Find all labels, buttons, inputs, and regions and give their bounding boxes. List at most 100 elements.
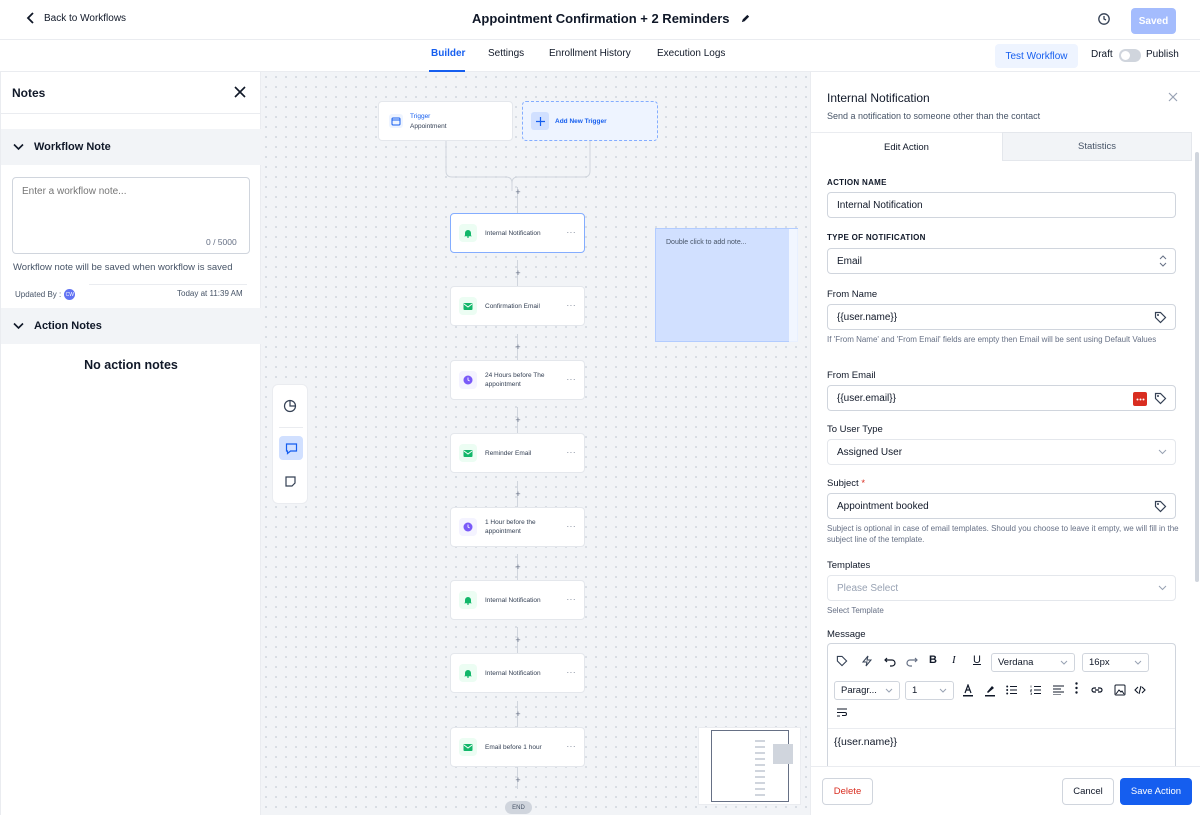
redo-icon[interactable] xyxy=(906,655,918,667)
bullet-list-icon[interactable] xyxy=(1006,685,1017,695)
notes-toggle-icon[interactable] xyxy=(279,436,303,460)
tag-icon[interactable] xyxy=(1154,311,1167,324)
action-name-input[interactable]: Internal Notification xyxy=(827,192,1176,218)
underline-icon[interactable]: U xyxy=(973,654,981,666)
from-name-input[interactable]: {{user.name}} xyxy=(827,304,1176,330)
node-label: 24 Hours before The appointment xyxy=(485,372,545,388)
add-step-button[interactable]: + xyxy=(514,188,522,197)
node-menu-icon[interactable]: ··· xyxy=(567,448,577,457)
sticky-note-icon[interactable] xyxy=(284,475,297,488)
history-icon[interactable] xyxy=(1097,12,1115,30)
minimap[interactable] xyxy=(698,727,801,805)
divider xyxy=(89,284,247,285)
workflow-node[interactable]: Confirmation Email ··· xyxy=(450,286,585,326)
add-step-button[interactable]: + xyxy=(514,636,522,645)
to-user-type-select[interactable]: Assigned User xyxy=(827,439,1176,465)
subject-input[interactable]: Appointment booked xyxy=(827,493,1176,519)
chevron-down-icon xyxy=(13,322,24,330)
bold-icon[interactable]: B xyxy=(929,654,937,666)
paragraph-select[interactable]: Paragr... xyxy=(834,681,900,700)
add-step-button[interactable]: + xyxy=(514,343,522,352)
workflow-note-section-toggle[interactable]: Workflow Note xyxy=(1,129,261,165)
saved-button[interactable]: Saved xyxy=(1131,8,1176,34)
templates-select[interactable]: Please Select xyxy=(827,575,1176,601)
add-step-button[interactable]: + xyxy=(514,776,522,785)
font-size-select[interactable]: 16px xyxy=(1082,653,1149,672)
tab-settings[interactable]: Settings xyxy=(488,48,524,59)
workflow-node[interactable]: Internal Notification ··· xyxy=(450,213,585,253)
undo-icon[interactable] xyxy=(884,655,896,667)
save-action-button[interactable]: Save Action xyxy=(1120,778,1192,805)
cancel-button[interactable]: Cancel xyxy=(1062,778,1114,805)
subject-label-text: Subject xyxy=(827,478,859,489)
panel-subtitle: Send a notification to someone other tha… xyxy=(827,111,1041,121)
back-to-workflows-link[interactable]: Back to Workflows xyxy=(26,12,126,24)
add-step-button[interactable]: + xyxy=(514,490,522,499)
image-icon[interactable] xyxy=(1114,684,1126,696)
divider xyxy=(828,728,1175,729)
node-menu-icon[interactable]: ··· xyxy=(567,375,577,384)
tab-builder[interactable]: Builder xyxy=(431,48,465,59)
pie-chart-icon[interactable] xyxy=(283,399,297,413)
message-body[interactable]: {{user.name}} xyxy=(834,736,897,748)
lightning-icon[interactable] xyxy=(861,655,873,667)
notification-type-select[interactable]: Email xyxy=(827,248,1176,274)
wrap-text-icon[interactable] xyxy=(836,708,848,718)
node-menu-icon[interactable]: ··· xyxy=(567,301,577,310)
tab-execution-logs[interactable]: Execution Logs xyxy=(657,48,725,59)
text-color-icon[interactable] xyxy=(962,684,974,697)
tab-statistics[interactable]: Statistics xyxy=(1002,132,1192,161)
close-icon[interactable] xyxy=(1168,92,1178,102)
scrollbar[interactable] xyxy=(1195,152,1199,582)
from-email-value: {{user.email}} xyxy=(837,392,896,404)
add-new-trigger-button[interactable]: Add New Trigger xyxy=(522,101,658,141)
workflow-node[interactable]: Reminder Email ··· xyxy=(450,433,585,473)
action-notes-section-toggle[interactable]: Action Notes xyxy=(1,308,261,344)
add-step-button[interactable]: + xyxy=(514,416,522,425)
tag-icon[interactable] xyxy=(1154,392,1167,405)
tab-edit-action[interactable]: Edit Action xyxy=(811,132,1002,161)
sticky-note[interactable]: Double click to add note... xyxy=(655,228,798,342)
link-icon[interactable] xyxy=(1091,685,1103,695)
chevron-down-icon xyxy=(1134,660,1142,665)
highlight-icon[interactable] xyxy=(984,684,996,697)
from-email-input[interactable]: {{user.email}} xyxy=(827,385,1176,411)
workflow-node[interactable]: Internal Notification ··· xyxy=(450,580,585,620)
to-user-type-value: Assigned User xyxy=(837,446,903,458)
publish-toggle[interactable] xyxy=(1119,49,1141,62)
chevron-down-icon xyxy=(1060,660,1068,665)
line-height-select[interactable]: 1 xyxy=(905,681,954,700)
tag-icon[interactable] xyxy=(1154,500,1167,513)
add-step-button[interactable]: + xyxy=(514,269,522,278)
trigger-node[interactable]: Trigger Appointment xyxy=(378,101,513,141)
node-menu-icon[interactable]: ··· xyxy=(567,228,577,237)
italic-icon[interactable]: I xyxy=(952,654,956,666)
font-family-select[interactable]: Verdana xyxy=(991,653,1075,672)
edit-title-icon[interactable] xyxy=(740,13,751,24)
sticky-resize-handle[interactable] xyxy=(789,229,798,342)
password-manager-icon[interactable] xyxy=(1133,392,1147,406)
node-menu-icon[interactable]: ··· xyxy=(567,742,577,751)
numbered-list-icon[interactable] xyxy=(1030,685,1041,695)
add-step-button[interactable]: + xyxy=(514,710,522,719)
node-menu-icon[interactable]: ··· xyxy=(567,522,577,531)
delete-button[interactable]: Delete xyxy=(822,778,873,805)
align-icon[interactable] xyxy=(1053,685,1064,695)
node-menu-icon[interactable]: ··· xyxy=(567,595,577,604)
code-icon[interactable] xyxy=(1134,685,1146,695)
close-icon[interactable] xyxy=(234,86,246,98)
test-workflow-button[interactable]: Test Workflow xyxy=(995,44,1078,68)
workflow-node[interactable]: Email before 1 hour ··· xyxy=(450,727,585,767)
add-step-button[interactable]: + xyxy=(514,563,522,572)
workflow-canvas[interactable]: Trigger Appointment Add New Trigger + Int… xyxy=(261,72,810,815)
tag-icon[interactable] xyxy=(836,655,848,667)
tab-enrollment-history[interactable]: Enrollment History xyxy=(549,48,631,59)
end-marker: END xyxy=(505,801,532,814)
workflow-node[interactable]: 24 Hours before The appointment ··· xyxy=(450,360,585,400)
workflow-node[interactable]: 1 Hour before the appointment ··· xyxy=(450,507,585,547)
minimap-viewport xyxy=(711,730,789,802)
avatar: CW xyxy=(64,289,76,300)
more-options-icon[interactable] xyxy=(1075,682,1078,694)
node-menu-icon[interactable]: ··· xyxy=(567,668,577,677)
workflow-node[interactable]: Internal Notification ··· xyxy=(450,653,585,693)
